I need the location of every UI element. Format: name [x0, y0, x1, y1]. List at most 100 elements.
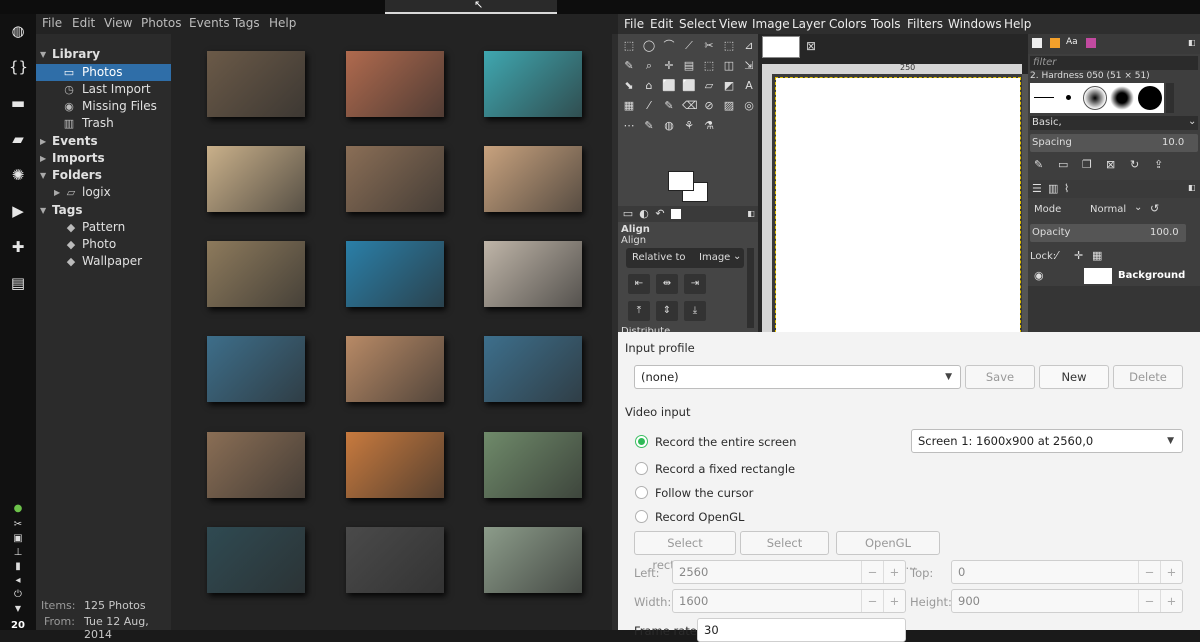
- drive-icon[interactable]: ▤: [9, 274, 27, 292]
- relative-to-combo[interactable]: Relative to Image ⌄: [626, 248, 744, 268]
- tool-icon[interactable]: ⟋: [682, 39, 696, 53]
- lock-position-icon[interactable]: ✛: [1074, 249, 1083, 262]
- delete-brush-icon[interactable]: ⊠: [1106, 158, 1115, 171]
- gimp-menu-file[interactable]: File: [624, 17, 644, 31]
- photo-thumbnail[interactable]: [346, 527, 444, 593]
- brush-medium[interactable]: [1110, 86, 1134, 110]
- reset-mode-icon[interactable]: ↺: [1150, 202, 1159, 215]
- paths-tab-icon[interactable]: ⌇: [1064, 182, 1069, 195]
- sidebar-item-folders[interactable]: ▼ Folders: [40, 167, 170, 184]
- device-status-icon[interactable]: ◐: [637, 207, 651, 221]
- photo-thumbnail[interactable]: [346, 51, 444, 117]
- photo-thumbnail[interactable]: [207, 146, 305, 212]
- opengl-settings-button[interactable]: OpenGL settings...: [836, 531, 940, 572]
- photo-thumbnail[interactable]: [484, 336, 582, 402]
- menu-tags[interactable]: Tags: [233, 16, 260, 30]
- layers-tab-icon[interactable]: ☰: [1032, 182, 1042, 195]
- width-spinbox[interactable]: 1600 − +: [672, 589, 906, 613]
- photo-thumbnail[interactable]: [207, 527, 305, 593]
- plus-icon[interactable]: +: [883, 590, 905, 612]
- refresh-icon[interactable]: ↻: [1130, 158, 1139, 171]
- tool-icon[interactable]: ▦: [622, 99, 636, 113]
- tool-icon[interactable]: ⋯: [622, 119, 636, 133]
- photo-thumbnail[interactable]: [346, 432, 444, 498]
- gamepad-icon[interactable]: ✚: [9, 238, 27, 256]
- align-middle-button[interactable]: ⇕: [656, 301, 678, 321]
- minus-icon[interactable]: −: [1138, 561, 1160, 583]
- photo-thumbnail[interactable]: [207, 336, 305, 402]
- tool-icon[interactable]: ⊿: [742, 39, 756, 53]
- profile-combo[interactable]: (none) ▼: [634, 365, 961, 389]
- palette-icon[interactable]: ✺: [9, 166, 27, 184]
- tool-icon[interactable]: ✂: [702, 39, 716, 53]
- plus-icon[interactable]: +: [1160, 561, 1182, 583]
- record-entire-label[interactable]: Record the entire screen: [655, 435, 796, 449]
- record-fixed-radio[interactable]: [635, 462, 648, 475]
- follow-cursor-radio[interactable]: [635, 486, 648, 499]
- active-task-tab[interactable]: [385, 0, 557, 14]
- tool-icon[interactable]: ⁄: [642, 99, 656, 113]
- tool-icon[interactable]: A: [742, 79, 756, 93]
- tool-icon[interactable]: ⌫: [682, 99, 698, 113]
- tool-icon[interactable]: ⬜: [682, 79, 696, 93]
- tool-icon[interactable]: ◎: [742, 99, 756, 113]
- close-icon[interactable]: ⊠: [806, 39, 816, 53]
- play-icon[interactable]: ▶: [9, 202, 27, 220]
- patterns-tab-icon[interactable]: [1050, 38, 1060, 48]
- spacing-slider[interactable]: Spacing 10.0: [1030, 134, 1198, 152]
- photo-thumbnail[interactable]: [346, 336, 444, 402]
- brush-soft-selected[interactable]: [1083, 86, 1107, 110]
- photo-thumbnail[interactable]: [207, 432, 305, 498]
- brush-small[interactable]: [1066, 95, 1071, 100]
- new-brush-icon[interactable]: ▭: [1058, 158, 1068, 171]
- menu-file[interactable]: File: [42, 16, 62, 30]
- layer-row[interactable]: ◉ Background: [1028, 266, 1200, 286]
- new-button[interactable]: New: [1039, 365, 1109, 389]
- brush-scrollbar[interactable]: [1166, 83, 1174, 113]
- brush-hard[interactable]: [1138, 86, 1162, 110]
- brushes-tab-icon[interactable]: [1032, 38, 1042, 48]
- record-entire-radio[interactable]: [635, 435, 648, 448]
- sidebar-item-library[interactable]: ▼ Library: [40, 46, 170, 63]
- chevron-down-icon[interactable]: ▼: [11, 603, 25, 615]
- photo-thumbnail[interactable]: [207, 241, 305, 307]
- code-braces-icon[interactable]: {}: [9, 58, 28, 76]
- power-icon[interactable]: ⏻: [11, 589, 25, 601]
- sidebar-item-last-import[interactable]: ◷ Last Import: [36, 81, 170, 98]
- browser-tray-icon[interactable]: ●: [11, 503, 25, 515]
- undo-history-icon[interactable]: ↶: [653, 207, 667, 221]
- gimp-menu-view[interactable]: View: [719, 17, 747, 31]
- photo-thumbnail[interactable]: [484, 146, 582, 212]
- left-spinbox[interactable]: 2560 − +: [672, 560, 906, 584]
- network-icon[interactable]: ⊥: [11, 547, 25, 559]
- screen-combo[interactable]: Screen 1: 1600x900 at 2560,0 ▼: [911, 429, 1183, 453]
- sidebar-item-photos[interactable]: ▭ Photos: [36, 64, 170, 81]
- configure-tab-icon[interactable]: ◧: [1188, 183, 1196, 192]
- chat-icon[interactable]: ▬: [9, 94, 27, 112]
- sidebar-item-missing-files[interactable]: ◉ Missing Files: [36, 98, 170, 115]
- tool-icon[interactable]: ⬚: [622, 39, 636, 53]
- gimp-menu-colors[interactable]: Colors: [829, 17, 867, 31]
- align-top-button[interactable]: ⤒: [628, 301, 650, 321]
- photo-thumbnail[interactable]: [484, 527, 582, 593]
- sidebar-item-logix[interactable]: ▶ ▱ logix: [36, 184, 170, 201]
- tool-icon[interactable]: ▱: [702, 79, 716, 93]
- tool-icon[interactable]: ⌂: [642, 79, 656, 93]
- fonts-tab-icon[interactable]: Aa: [1066, 37, 1078, 47]
- sidebar-item-imports[interactable]: ▶ Imports: [40, 150, 170, 167]
- tool-icon[interactable]: ⬚: [702, 59, 716, 73]
- tool-icon[interactable]: ▨: [722, 99, 736, 113]
- tool-icon[interactable]: ✎: [642, 119, 656, 133]
- brush-pixel[interactable]: [1034, 97, 1054, 98]
- tool-icon[interactable]: ⬜: [662, 79, 676, 93]
- sidebar-item-wallpaper[interactable]: ◆ Wallpaper: [36, 253, 170, 270]
- sidebar-item-photo[interactable]: ◆ Photo: [36, 236, 170, 253]
- tool-icon[interactable]: ⚗: [702, 119, 716, 133]
- configure-tab-icon[interactable]: ◧: [1188, 38, 1196, 47]
- lock-alpha-icon[interactable]: ▦: [1092, 249, 1102, 262]
- configure-tab-icon[interactable]: ◧: [744, 207, 758, 221]
- channels-tab-icon[interactable]: ▥: [1048, 182, 1058, 195]
- minus-icon[interactable]: −: [861, 590, 883, 612]
- brush-set-combo[interactable]: Basic, ⌄: [1030, 116, 1198, 130]
- duplicate-brush-icon[interactable]: ❐: [1082, 158, 1092, 171]
